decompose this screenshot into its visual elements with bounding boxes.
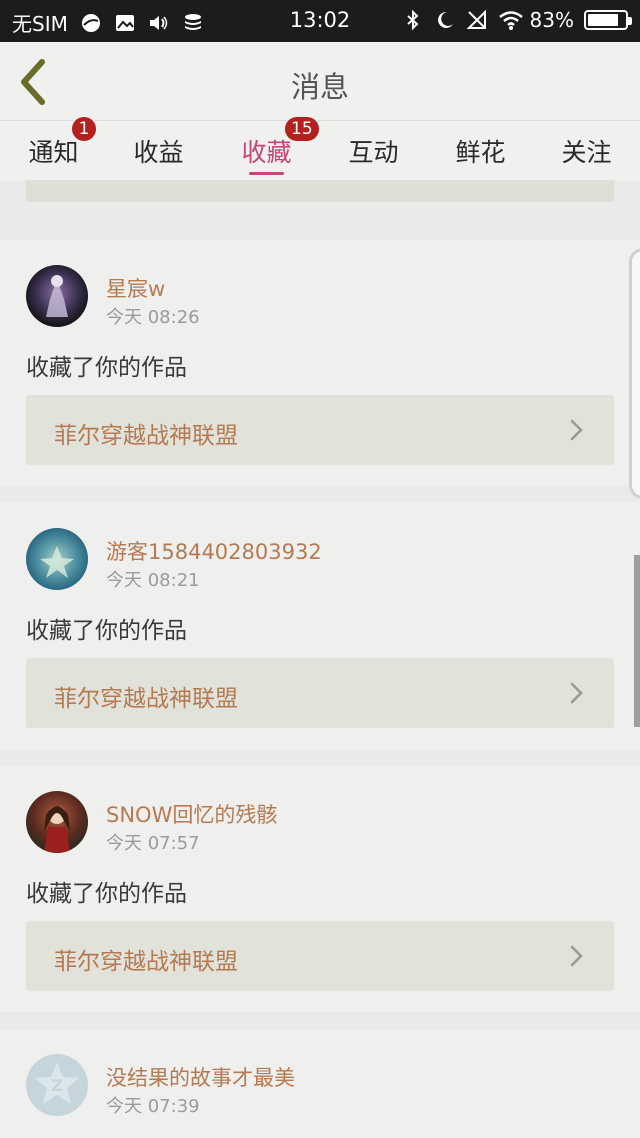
work-link[interactable]: 菲尔穿越战神联盟 (26, 658, 614, 728)
status-bar: 无SIM 13:02 83% (0, 0, 640, 42)
work-title: 菲尔穿越战神联盟 (54, 949, 238, 975)
timestamp: 今天 08:21 (106, 570, 200, 591)
header: 消息 (0, 42, 640, 120)
battery-percent: 83% (529, 8, 574, 32)
mute-icon (466, 9, 488, 31)
favorites-badge: 15 (285, 117, 319, 141)
work-link[interactable]: 菲尔穿越战神联盟 (26, 395, 614, 465)
username[interactable]: 游客1584402803932 (106, 536, 322, 566)
default-avatar-icon[interactable]: Z (26, 1054, 88, 1116)
scrollbar-thumb[interactable] (634, 555, 640, 727)
wifi-icon (498, 9, 523, 31)
tab-notifications[interactable]: 通知 1 (0, 117, 107, 181)
moon-icon (434, 9, 456, 31)
action-text: 收藏了你的作品 (26, 881, 187, 907)
message-card: SNOW回忆的残骸 今天 07:57 收藏了你的作品 菲尔穿越战神联盟 (0, 766, 640, 1012)
work-title: 菲尔穿越战神联盟 (54, 686, 238, 712)
message-card: Z 没结果的故事才最美 今天 07:39 (0, 1029, 640, 1138)
timestamp: 今天 07:39 (106, 1096, 200, 1117)
chevron-right-icon (570, 945, 583, 967)
avatar[interactable] (26, 791, 88, 853)
tab-label: 关注 (561, 138, 612, 167)
message-card: 星宸w 今天 08:26 收藏了你的作品 菲尔穿越战神联盟 (0, 240, 640, 486)
edge-panel-handle[interactable] (629, 248, 640, 499)
active-tab-indicator (249, 172, 284, 175)
tab-label: 互动 (348, 138, 399, 167)
work-link[interactable]: 菲尔穿越战神联盟 (26, 921, 614, 991)
timestamp: 今天 08:26 (106, 307, 200, 328)
action-text: 收藏了你的作品 (26, 355, 187, 381)
tab-interactions[interactable]: 互动 (320, 121, 427, 181)
previous-work-card-stub (26, 180, 614, 202)
username[interactable]: 没结果的故事才最美 (106, 1062, 295, 1092)
chevron-right-icon (570, 682, 583, 704)
action-text: 收藏了你的作品 (26, 618, 187, 644)
tab-label: 鲜花 (455, 138, 506, 167)
work-title: 菲尔穿越战神联盟 (54, 423, 238, 449)
battery-level (588, 14, 618, 26)
status-right: 83% (402, 8, 632, 32)
tab-flowers[interactable]: 鲜花 (427, 121, 534, 181)
avatar[interactable] (26, 528, 88, 590)
tab-bar: 通知 1 收益 收藏 15 互动 鲜花 关注 (0, 117, 640, 181)
timestamp: 今天 07:57 (106, 833, 200, 854)
avatar[interactable] (26, 265, 88, 327)
notification-badge: 1 (72, 117, 96, 141)
username[interactable]: 星宸w (106, 273, 165, 303)
tab-favorites[interactable]: 收藏 15 (213, 117, 320, 181)
tab-following[interactable]: 关注 (533, 121, 640, 181)
page-title: 消息 (290, 70, 349, 104)
battery-icon (584, 10, 632, 30)
tab-earnings[interactable]: 收益 (105, 121, 212, 181)
tab-label: 收益 (133, 138, 184, 167)
bluetooth-icon (402, 9, 424, 31)
message-list[interactable]: 星宸w 今天 08:26 收藏了你的作品 菲尔穿越战神联盟 游客15844028… (0, 180, 640, 1138)
svg-text:Z: Z (51, 1076, 63, 1095)
username[interactable]: SNOW回忆的残骸 (106, 799, 277, 829)
message-card: 游客1584402803932 今天 08:21 收藏了你的作品 菲尔穿越战神联… (0, 503, 640, 749)
chevron-right-icon (570, 419, 583, 441)
